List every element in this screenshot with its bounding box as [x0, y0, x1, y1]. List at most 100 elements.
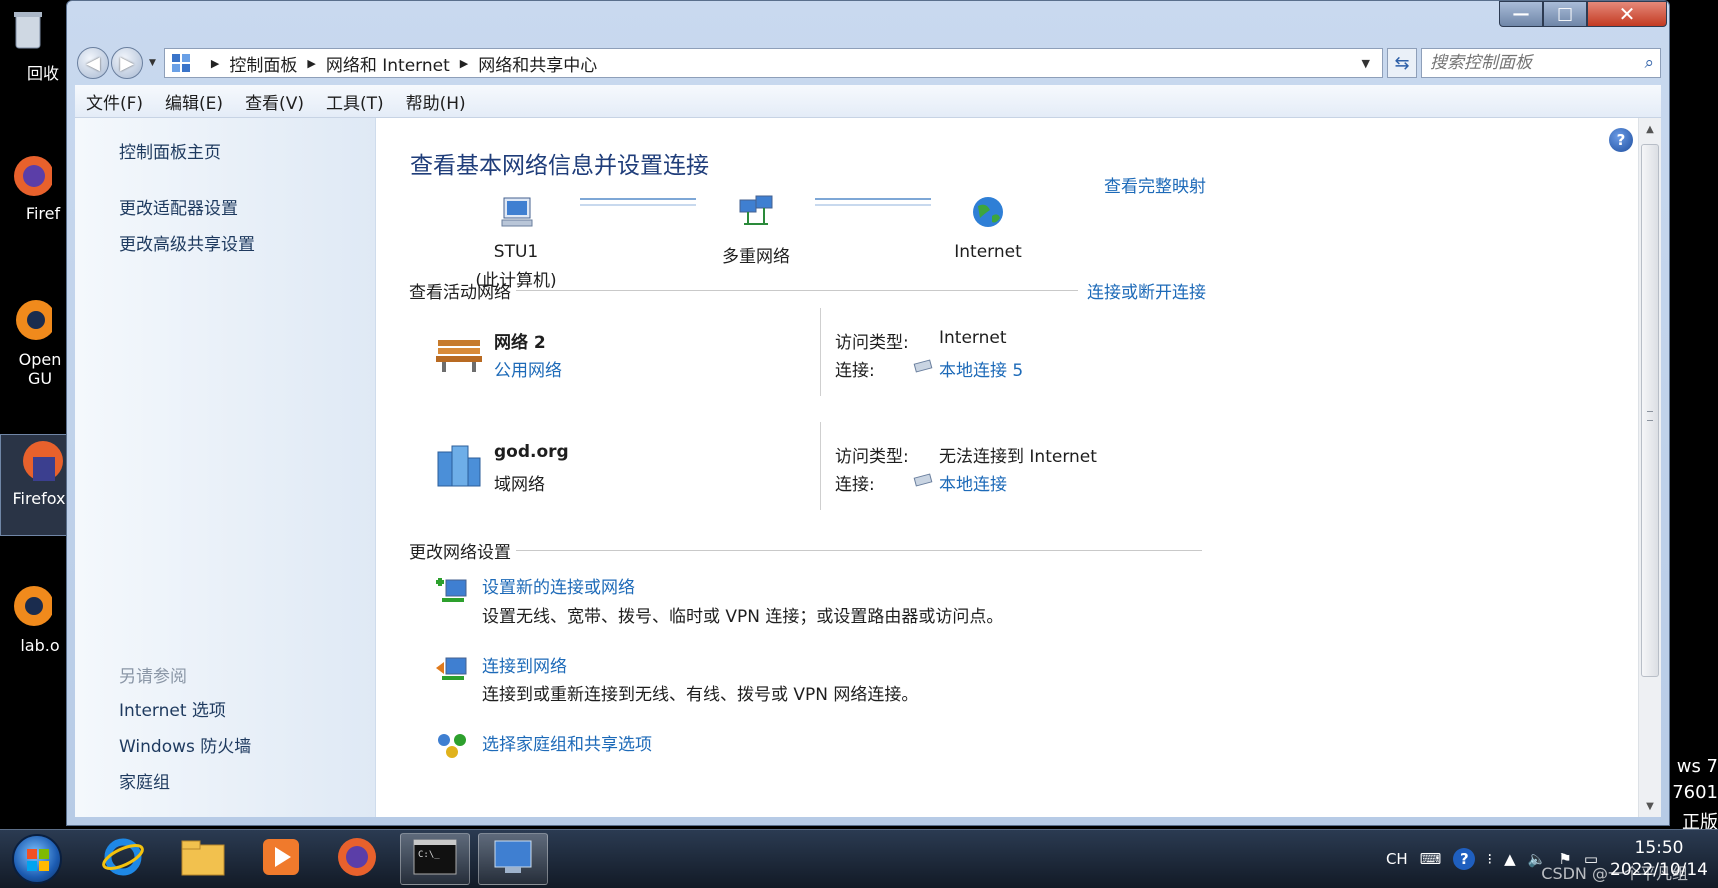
network-icon: [736, 192, 776, 232]
scroll-up-icon[interactable]: ▲: [1639, 118, 1661, 140]
taskbar-file-explorer[interactable]: [168, 833, 238, 885]
taskbar-internet-explorer[interactable]: [88, 833, 158, 885]
address-dropdown-icon[interactable]: ▼: [1356, 57, 1376, 70]
refresh-button[interactable]: ⇆: [1387, 48, 1417, 78]
scrollbar-thumb[interactable]: [1641, 144, 1659, 677]
menu-bar: 文件(F) 编辑(E) 查看(V) 工具(T) 帮助(H): [75, 85, 1661, 118]
connection-label: 连接:: [835, 361, 875, 381]
connect-disconnect-link[interactable]: 连接或断开连接: [1087, 278, 1206, 303]
section-divider: [516, 290, 1078, 291]
maximize-button[interactable]: □: [1543, 1, 1587, 27]
node-name: STU1: [493, 242, 539, 262]
park-bench-icon[interactable]: [434, 330, 484, 376]
forward-button[interactable]: ▶: [111, 47, 143, 79]
taskbar-control-panel[interactable]: [478, 833, 548, 885]
network-node-internet[interactable]: Internet: [918, 192, 1058, 262]
svg-text:C:\_: C:\_: [418, 850, 440, 860]
desktop-icon-firefox-shortcut[interactable]: Firef: [0, 150, 66, 223]
help-icon[interactable]: ?: [1453, 848, 1476, 870]
media-player-icon: [261, 837, 301, 882]
network-node-multiple-networks[interactable]: 多重网络: [686, 192, 826, 267]
access-type-value: 无法连接到 Internet: [939, 447, 1097, 467]
homegroup-sharing-link[interactable]: 选择家庭组和共享选项: [482, 730, 652, 755]
access-type-label: 访问类型:: [835, 333, 909, 353]
breadcrumb-separator-icon[interactable]: ▶: [460, 57, 468, 70]
connection-line: [580, 198, 696, 206]
recent-pages-dropdown[interactable]: ▼: [149, 58, 156, 68]
local-connection-link[interactable]: 本地连接: [939, 470, 1007, 495]
setup-new-connection-link[interactable]: 设置新的连接或网络: [482, 573, 635, 598]
section-divider: [516, 550, 1202, 551]
menu-file[interactable]: 文件(F): [83, 87, 146, 116]
taskbar-command-prompt[interactable]: C:\_: [400, 833, 470, 885]
network-node-this-computer[interactable]: STU1 (此计算机): [446, 192, 586, 291]
help-icon[interactable]: ?: [1609, 128, 1633, 152]
desktop-icon-lab-openvpn[interactable]: lab.o: [0, 582, 66, 655]
close-button[interactable]: ✕: [1587, 1, 1667, 27]
menu-tools[interactable]: 工具(T): [323, 87, 387, 116]
connection-label: 连接:: [835, 475, 875, 495]
openvpn-icon: [4, 296, 56, 344]
task-description: 设置无线、宽带、拨号、临时或 VPN 连接；或设置路由器或访问点。: [482, 607, 1004, 627]
new-connection-icon: [434, 572, 470, 608]
forward-arrow-icon: ▶: [120, 52, 134, 74]
search-input[interactable]: [1428, 52, 1645, 74]
network-name[interactable]: god.org: [494, 442, 569, 462]
tray-options-icon[interactable]: ⁝: [1487, 850, 1492, 868]
sidebar-link-advanced-sharing-settings[interactable]: 更改高级共享设置: [119, 230, 255, 255]
local-connection-5-link[interactable]: 本地连接 5: [939, 356, 1023, 381]
access-type-label: 访问类型:: [835, 447, 909, 467]
folder-icon: [180, 837, 226, 882]
desktop-icon-recycle-bin[interactable]: 回收: [0, 6, 66, 84]
taskbar-firefox[interactable]: [322, 833, 392, 885]
minimize-button[interactable]: —: [1499, 1, 1543, 27]
desktop-icon-openvpn-gui[interactable]: Open GU: [0, 296, 66, 388]
see-full-map-link[interactable]: 查看完整映射: [1104, 172, 1206, 197]
vertical-scrollbar[interactable]: ▲ ▼: [1638, 118, 1661, 817]
access-type-value: Internet: [939, 328, 1007, 348]
start-button[interactable]: [12, 834, 62, 884]
task-description: 连接到或重新连接到无线、有线、拨号或 VPN 网络连接。: [482, 685, 919, 705]
search-box[interactable]: ⌕: [1421, 48, 1661, 78]
breadcrumb-network-internet[interactable]: 网络和 Internet: [326, 51, 450, 76]
address-bar[interactable]: ▶ 控制面板 ▶ 网络和 Internet ▶ 网络和共享中心 ▼: [163, 48, 1383, 78]
search-icon[interactable]: ⌕: [1644, 53, 1654, 73]
taskbar-media-player[interactable]: [246, 833, 316, 885]
domain-network-icon[interactable]: [434, 444, 484, 490]
connection-line: [815, 198, 931, 206]
menu-view[interactable]: 查看(V): [242, 87, 307, 116]
network-category: 域网络: [494, 475, 545, 495]
sidebar-link-windows-firewall[interactable]: Windows 防火墙: [119, 732, 251, 757]
main-pane: ? 查看基本网络信息并设置连接 STU1 (此计算机) 多重网络 Interne…: [376, 118, 1639, 817]
navigation-bar: ◀ ▶ ▼ ▶ 控制面板 ▶ 网络和 Internet ▶ 网络和共享中心 ▼ …: [77, 45, 1661, 81]
sidebar-link-change-adapter-settings[interactable]: 更改适配器设置: [119, 194, 238, 219]
keyboard-icon[interactable]: ⌨: [1420, 850, 1442, 868]
scroll-down-icon[interactable]: ▼: [1639, 795, 1661, 817]
desktop-icon-label: 回收: [26, 64, 59, 83]
network-name[interactable]: 网络 2: [494, 328, 546, 353]
menu-edit[interactable]: 编辑(E): [162, 87, 226, 116]
breadcrumb-control-panel[interactable]: 控制面板: [229, 51, 297, 76]
connect-to-network-link[interactable]: 连接到网络: [482, 652, 567, 677]
sidebar-link-internet-options[interactable]: Internet 选项: [119, 696, 226, 721]
vertical-divider: [820, 422, 821, 510]
breadcrumb-separator-icon[interactable]: ▶: [307, 57, 315, 70]
breadcrumb-separator-icon[interactable]: ▶: [211, 57, 219, 70]
back-button[interactable]: ◀: [77, 47, 109, 79]
menu-help[interactable]: 帮助(H): [403, 87, 469, 116]
task-pane: 控制面板主页 更改适配器设置 更改高级共享设置 另请参阅 Internet 选项…: [75, 118, 376, 817]
ethernet-connection-icon: [913, 358, 935, 379]
windows-build-text: 7601: [1672, 782, 1718, 803]
back-arrow-icon: ◀: [86, 52, 100, 74]
sidebar-link-control-panel-home[interactable]: 控制面板主页: [119, 138, 221, 163]
node-name: 多重网络: [722, 247, 790, 267]
connect-to-network-icon: [434, 650, 470, 686]
breadcrumb-network-sharing-center[interactable]: 网络和共享中心: [478, 51, 597, 76]
input-language-indicator[interactable]: CH: [1386, 850, 1408, 868]
desktop-icon-label: Open GU: [18, 350, 62, 388]
show-hidden-icons-icon[interactable]: ▲: [1504, 850, 1516, 868]
network-category-link[interactable]: 公用网络: [494, 356, 562, 381]
active-networks-title: 查看活动网络: [409, 283, 511, 303]
sidebar-link-homegroup[interactable]: 家庭组: [119, 768, 170, 793]
computer-icon: [496, 192, 536, 232]
